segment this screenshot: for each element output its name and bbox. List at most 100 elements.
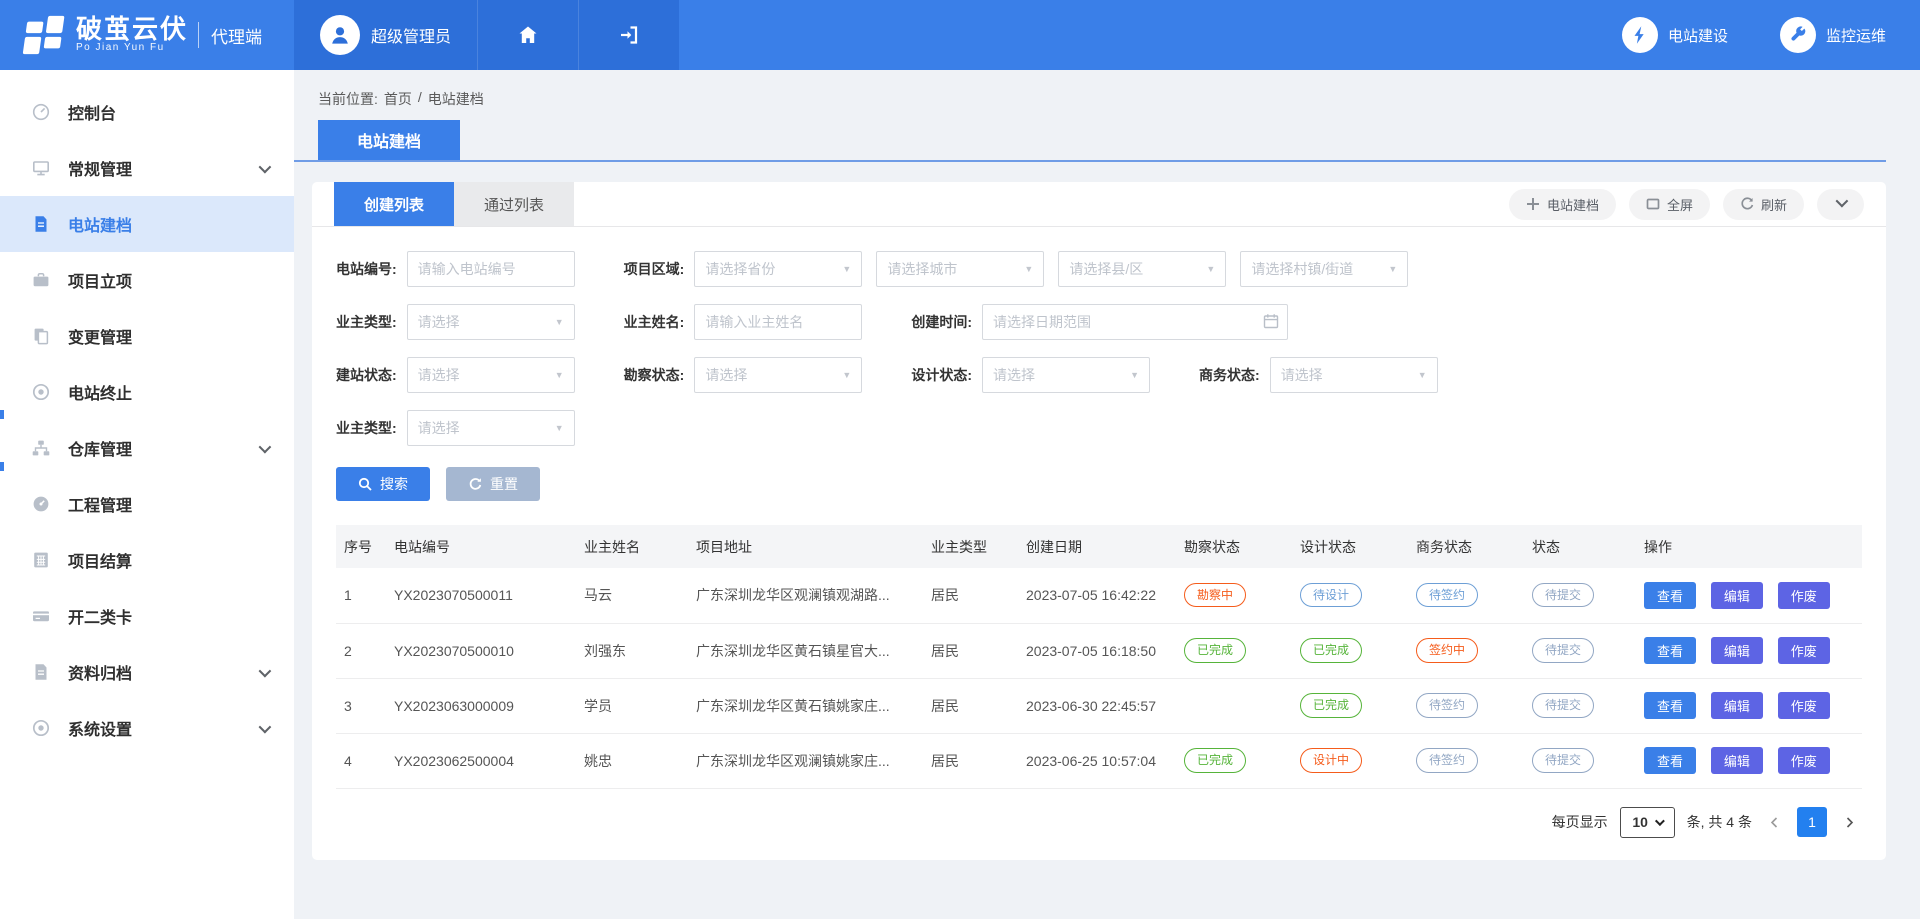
void-button[interactable]: 作废 <box>1778 747 1830 774</box>
sidebar-item-system-settings[interactable]: 系统设置 <box>0 700 294 756</box>
sidebar-item-project-initiation[interactable]: 项目立项 <box>0 252 294 308</box>
view-button[interactable]: 查看 <box>1644 637 1696 664</box>
file-icon <box>30 661 52 683</box>
cell-status: 待提交 <box>1524 568 1636 623</box>
date-range-input[interactable] <box>982 304 1288 340</box>
status-badge: 勘察中 <box>1184 583 1246 607</box>
cell-status: 待提交 <box>1524 678 1636 733</box>
sidebar-item-station-filing[interactable]: 电站建档 <box>0 196 294 252</box>
brand-title: 破茧云伏 <box>76 16 188 43</box>
build-status-select[interactable]: 请选择▼ <box>407 357 575 393</box>
gauge-icon <box>30 493 52 515</box>
col-seq: 序号 <box>336 525 386 568</box>
chevron-down-icon <box>1836 195 1849 208</box>
void-button[interactable]: 作废 <box>1778 637 1830 664</box>
lightning-icon <box>1629 24 1651 46</box>
business-status-select[interactable]: 请选择▼ <box>1270 357 1438 393</box>
view-button[interactable]: 查看 <box>1644 747 1696 774</box>
sidebar-item-general-mgmt[interactable]: 常规管理 <box>0 140 294 196</box>
tab-passed-list[interactable]: 通过列表 <box>454 182 574 226</box>
cell-address: 广东深圳龙华区观澜镇观湖路... <box>688 568 923 623</box>
void-button[interactable]: 作废 <box>1778 582 1830 609</box>
station-code-input[interactable] <box>407 251 575 287</box>
brand-subtitle: Po Jian Yun Fu <box>76 43 188 54</box>
logout-button[interactable] <box>578 0 679 70</box>
nav-station-build[interactable]: 电站建设 <box>1622 17 1728 53</box>
breadcrumb-prefix: 当前位置: <box>318 89 378 109</box>
city-select[interactable]: 请选择城市▼ <box>876 251 1044 287</box>
owner-type-select-2[interactable]: 请选择▼ <box>407 410 575 446</box>
calendar-icon[interactable] <box>1263 313 1279 329</box>
sidebar-item-type2-card[interactable]: 开二类卡 <box>0 588 294 644</box>
reset-button[interactable]: 重置 <box>446 467 540 501</box>
status-badge: 待提交 <box>1532 693 1594 717</box>
owner-type-select[interactable]: 请选择▼ <box>407 304 575 340</box>
col-status: 状态 <box>1524 525 1636 568</box>
cell-seq: 1 <box>336 568 386 623</box>
cell-code: YX2023063000009 <box>386 678 576 733</box>
survey-status-select[interactable]: 请选择▼ <box>694 357 862 393</box>
page-number-button[interactable]: 1 <box>1797 807 1827 837</box>
top-header: 破茧云伏 Po Jian Yun Fu 代理端 超级管理员 <box>0 0 1920 70</box>
tab-create-list[interactable]: 创建列表 <box>334 182 454 226</box>
fullscreen-button[interactable]: 全屏 <box>1629 189 1710 220</box>
breadcrumb-home[interactable]: 首页 <box>384 89 412 109</box>
search-button[interactable]: 搜索 <box>336 467 430 501</box>
sidebar-item-console[interactable]: 控制台 <box>0 84 294 140</box>
edit-button[interactable]: 编辑 <box>1711 692 1763 719</box>
page-size-select[interactable]: 10 <box>1620 807 1675 838</box>
caret-down-icon <box>1655 816 1665 826</box>
sidebar-item-change-mgmt[interactable]: 变更管理 <box>0 308 294 364</box>
chevron-down-icon <box>259 720 272 733</box>
sidebar-item-station-termination[interactable]: 电站终止 <box>0 364 294 420</box>
nav-monitor-ops[interactable]: 监控运维 <box>1780 17 1886 53</box>
cell-actions: 查看 编辑 作废 <box>1636 568 1862 623</box>
edit-button[interactable]: 编辑 <box>1711 637 1763 664</box>
view-button[interactable]: 查看 <box>1644 582 1696 609</box>
cell-created: 2023-07-05 16:18:50 <box>1018 623 1176 678</box>
per-page-label: 每页显示 <box>1552 812 1608 832</box>
sidebar-item-project-settlement[interactable]: 项目结算 <box>0 532 294 588</box>
user-menu[interactable]: 超级管理员 <box>294 0 477 70</box>
void-button[interactable]: 作废 <box>1778 692 1830 719</box>
street-select[interactable]: 请选择村镇/街道▼ <box>1240 251 1408 287</box>
chevron-down-icon <box>259 664 272 677</box>
cell-seq: 2 <box>336 623 386 678</box>
table-row: 1 YX2023070500011 马云 广东深圳龙华区观澜镇观湖路... 居民… <box>336 568 1862 623</box>
wrench-icon <box>1787 24 1809 46</box>
sidebar-item-label: 仓库管理 <box>68 436 132 460</box>
cell-design: 待设计 <box>1292 568 1408 623</box>
district-select[interactable]: 请选择县/区▼ <box>1058 251 1226 287</box>
sidebar-item-warehouse-mgmt[interactable]: 仓库管理 <box>0 420 294 476</box>
cell-survey: 已完成 <box>1176 623 1292 678</box>
caret-down-icon: ▼ <box>555 423 564 433</box>
view-button[interactable]: 查看 <box>1644 692 1696 719</box>
cell-code: YX2023062500004 <box>386 733 576 788</box>
next-page-button[interactable] <box>1839 816 1860 829</box>
target-icon <box>30 381 52 403</box>
sidebar-item-label: 控制台 <box>68 100 116 124</box>
cell-address: 广东深圳龙华区黄石镇姚家庄... <box>688 678 923 733</box>
avatar <box>320 15 360 55</box>
prev-page-button[interactable] <box>1764 816 1785 829</box>
edit-button[interactable]: 编辑 <box>1711 582 1763 609</box>
cell-survey: 勘察中 <box>1176 568 1292 623</box>
edit-button[interactable]: 编辑 <box>1711 747 1763 774</box>
create-station-button[interactable]: 电站建档 <box>1509 189 1616 220</box>
design-status-select[interactable]: 请选择▼ <box>982 357 1150 393</box>
sidebar-item-engineering-mgmt[interactable]: 工程管理 <box>0 476 294 532</box>
province-select[interactable]: 请选择省份▼ <box>694 251 862 287</box>
refresh-button[interactable]: 刷新 <box>1723 189 1804 220</box>
col-code: 电站编号 <box>386 525 576 568</box>
breadcrumb-current: 电站建档 <box>428 89 484 109</box>
caret-down-icon: ▼ <box>1024 264 1033 274</box>
status-badge: 待签约 <box>1416 748 1478 772</box>
page-tab-station-filing[interactable]: 电站建档 <box>318 120 460 160</box>
sidebar-item-data-archive[interactable]: 资料归档 <box>0 644 294 700</box>
home-button[interactable] <box>477 0 578 70</box>
user-name: 超级管理员 <box>371 23 451 47</box>
owner-name-input[interactable] <box>694 304 862 340</box>
cell-business: 待签约 <box>1408 733 1524 788</box>
collapse-toolbar-button[interactable] <box>1817 189 1864 220</box>
cell-business: 签约中 <box>1408 623 1524 678</box>
